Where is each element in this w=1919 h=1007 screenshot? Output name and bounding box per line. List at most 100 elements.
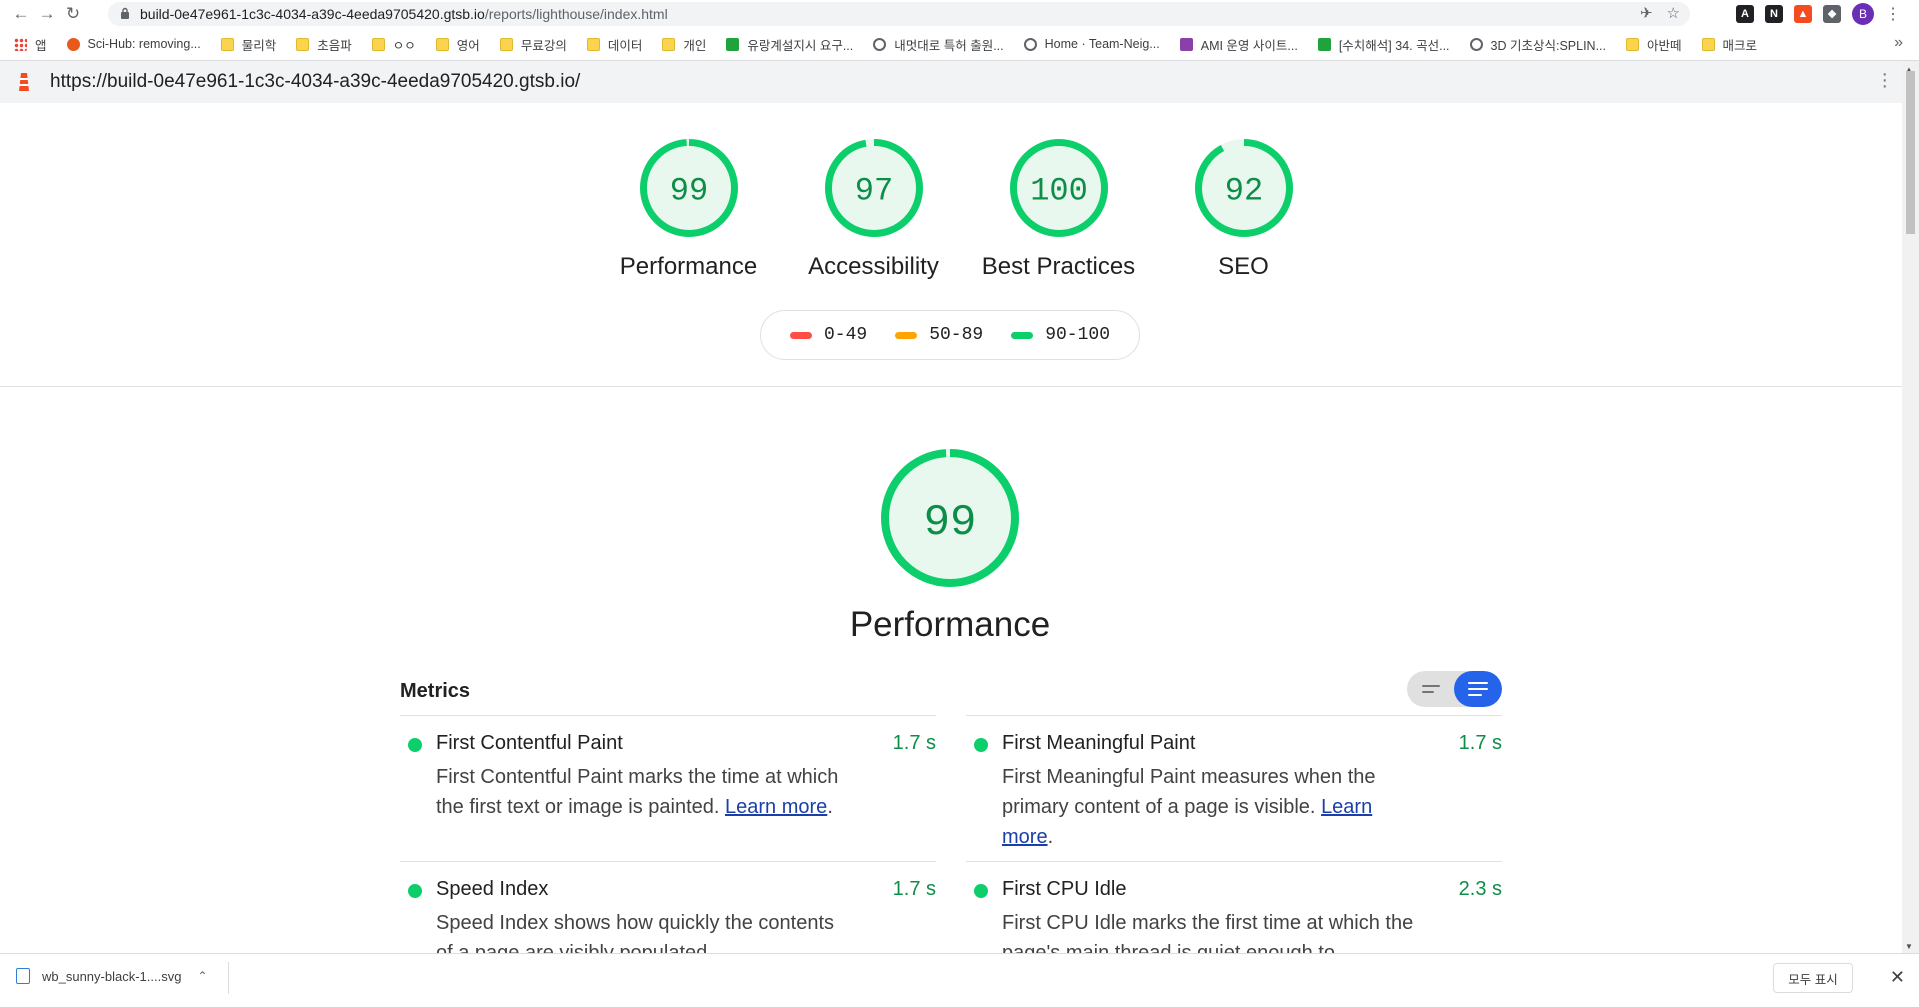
forward-icon[interactable]: → [34,1,60,27]
purple-icon [1179,37,1193,51]
bookmark-item[interactable]: [수치해석] 34. 곡선... [1317,35,1450,54]
url-path: /reports/lighthouse/index.html [484,6,668,22]
notion-icon[interactable]: N [1765,5,1783,23]
back-icon[interactable]: ← [8,1,34,27]
metric-title: Speed Index [436,878,549,900]
bookmark-label: 내멋대로 특허 출원... [894,38,1004,53]
star-icon[interactable]: ☆ [1667,4,1680,22]
lighthouse-topbar: https://build-0e47e961-1c3c-4034-a39c-4e… [0,61,1902,103]
legend-range: 50-89 [929,325,984,345]
file-icon [16,968,30,984]
metrics-view-toggle[interactable] [1407,671,1502,707]
gauge-seo[interactable]: 92 SEO [1151,138,1336,281]
metric-title: First Contentful Paint [436,732,623,754]
folder-icon [371,37,385,51]
bookmark-label: Sci-Hub: removing... [87,37,201,51]
folder-icon [662,37,676,51]
bookmark-item[interactable]: Sci-Hub: removing... [66,37,201,51]
bookmark-label: 데이터 [607,38,643,53]
bookmark-label: 물리학 [241,38,277,53]
metric-value: 2.3 s [1458,878,1502,900]
scrollbar-thumb[interactable] [1906,71,1915,234]
bookmark-item[interactable]: Home · Team-Neig... [1023,37,1160,51]
bookmark-item[interactable]: 초음파 [296,35,352,54]
metric-title: First Meaningful Paint [1002,732,1196,754]
bookmark-label: 아반떼 [1647,38,1682,53]
bookmark-item[interactable]: 앱 [14,35,47,54]
gauge-label: Accessibility [808,253,939,280]
bookmark-item[interactable]: 3D 기초상식:SPLIN... [1469,35,1606,54]
pass-indicator-icon [408,738,422,752]
browser-toolbar: ← → ↻ build-0e47e961-1c3c-4034-a39c-4eed… [0,0,1919,28]
bookmark-item[interactable]: 개인 [662,35,706,54]
bookmark-item[interactable]: 무료강의 [499,35,567,54]
bookmark-label: AMI 운영 사이트... [1200,38,1298,53]
bookmark-item[interactable]: 물리학 [220,35,277,54]
bookmark-item[interactable]: 매크로 [1701,35,1758,54]
learn-more-link[interactable]: Learn more [725,796,827,818]
scroll-down-icon[interactable]: ▼ [1905,942,1913,951]
lock-icon [120,6,130,22]
bookmark-item[interactable]: ㅇㅇ [371,35,416,54]
bookmarks-overflow-icon[interactable]: » [1894,34,1903,52]
lighthouse-ext-icon[interactable]: ▲ [1794,5,1812,23]
download-divider [228,962,229,994]
gauge-performance[interactable]: 99 Performance [596,138,781,281]
bookmark-label: 앱 [35,38,47,53]
chevron-up-icon[interactable]: ⌃ [197,969,207,983]
page-scrollbar[interactable]: ▲ ▼ [1902,61,1919,953]
download-item[interactable]: wb_sunny-black-1....svg ⌃ [16,968,208,984]
profile-avatar[interactable]: B [1852,3,1874,25]
ext-a-icon[interactable]: A [1736,5,1754,23]
bookmark-item[interactable]: 아반떼 [1626,35,1682,54]
pass-indicator-icon [974,884,988,898]
translate-icon[interactable]: ✈ [1640,4,1653,22]
metric-description-text: First Meaningful Paint measures when the… [1002,766,1376,818]
legend-range: 90-100 [1045,325,1111,345]
show-all-button[interactable]: 모두 표시 [1773,963,1853,993]
bookmark-label: 무료강의 [520,38,567,53]
lighthouse-logo-icon [16,72,32,92]
legend-swatch-icon [789,331,812,339]
close-icon[interactable]: ✕ [1890,967,1905,988]
pass-indicator-icon [408,884,422,898]
bookmark-item[interactable]: AMI 운영 사이트... [1179,35,1298,54]
gauge-score: 97 [854,173,892,210]
chrome-menu-icon[interactable]: ⋮ [1885,4,1901,24]
apps-icon [14,37,27,51]
bookmark-item[interactable]: 영어 [435,35,480,54]
gauge-accessibility[interactable]: 97 Accessibility [781,138,966,281]
folder-icon [435,37,449,51]
metric-description: First Contentful Paint marks the time at… [436,766,839,818]
gauge-label: Best Practices [981,253,1136,280]
green-icon [726,37,740,51]
green-icon [1317,37,1331,51]
metric-value: 1.7 s [892,732,936,754]
bookmark-label: 매크로 [1722,38,1758,53]
compact-view-icon[interactable] [1407,671,1454,707]
report-url: https://build-0e47e961-1c3c-4034-a39c-4e… [50,71,581,92]
bookmark-label: Home · Team-Neig... [1044,37,1160,51]
metric-value: 1.7 s [1458,732,1502,754]
performance-gauge-large[interactable]: 99 [880,448,1020,588]
bookmark-item[interactable]: 내멋대로 특허 출원... [873,35,1004,54]
gauge-label: Performance [619,253,758,280]
folder-icon [1701,37,1715,51]
gauge-best-practices[interactable]: 100 Best Practices [966,138,1151,281]
folder-icon [586,37,600,51]
bookmark-label: 3D 기초상식:SPLIN... [1490,38,1606,53]
folder-icon [220,37,234,51]
metric-value: 1.7 s [892,878,936,900]
bookmark-item[interactable]: 데이터 [586,35,643,54]
report-menu-icon[interactable]: · · · [1881,64,1888,96]
globe-icon [1023,37,1037,51]
bookmark-item[interactable]: 유랑계설지시 요구... [726,35,853,54]
reload-icon[interactable]: ↻ [60,1,86,27]
expanded-view-icon[interactable] [1454,671,1502,707]
folder-icon [296,37,310,51]
extensions-puzzle-icon[interactable]: ❖ [1823,5,1841,23]
folder-icon [1626,37,1639,51]
legend-range: 0-49 [823,325,868,345]
download-filename: wb_sunny-black-1....svg [42,968,182,984]
address-bar[interactable]: build-0e47e961-1c3c-4034-a39c-4eeda97054… [108,2,1690,26]
